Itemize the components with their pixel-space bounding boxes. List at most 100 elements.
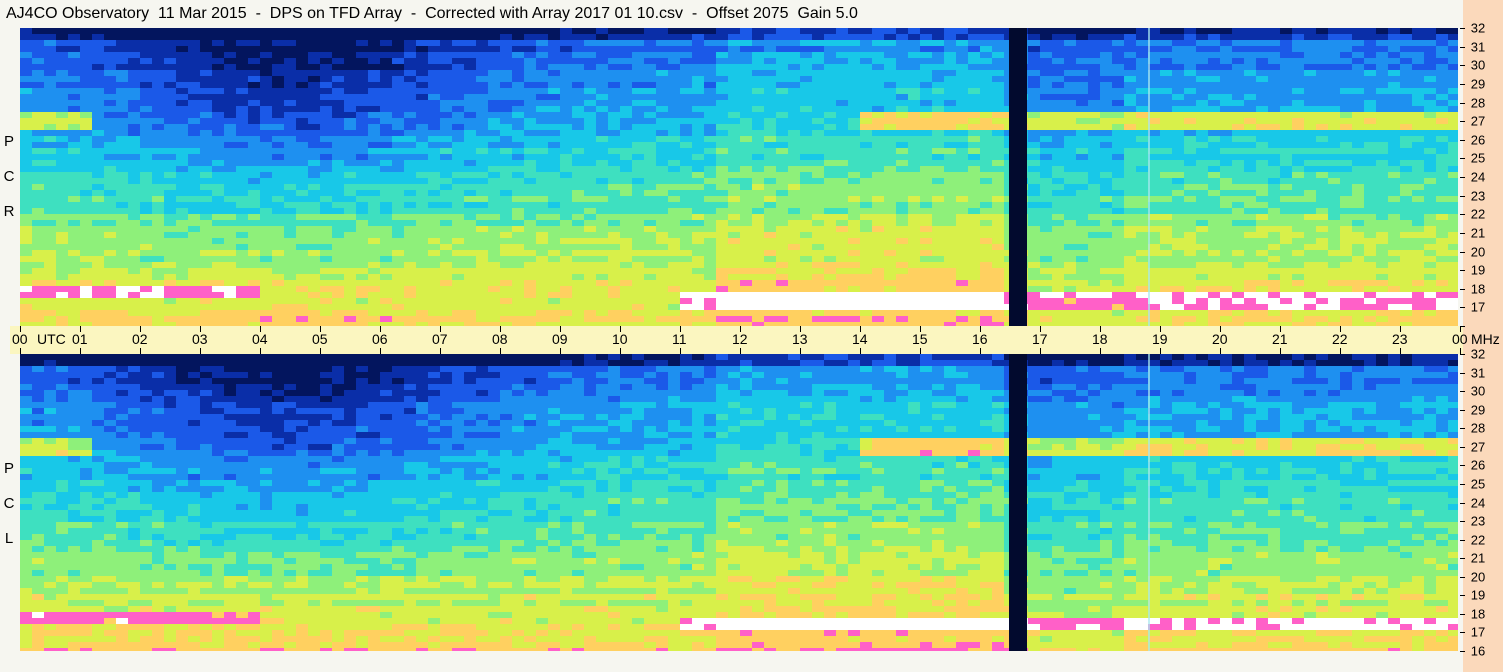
spectrogram-cell: [644, 124, 657, 131]
spectrogram-cell: [500, 106, 513, 113]
spectrogram-cell: [1364, 76, 1377, 83]
spectrogram-cell: [980, 178, 993, 185]
spectrogram-cell: [1436, 220, 1449, 227]
spectrogram-cell: [884, 214, 897, 221]
spectrogram-cell: [296, 64, 309, 71]
spectrogram-cell: [140, 202, 153, 209]
spectrogram-cell: [140, 142, 153, 149]
spectrogram-cell: [572, 166, 585, 173]
spectrogram-cell: [284, 76, 297, 83]
spectrogram-cell: [560, 70, 573, 77]
spectrogram-cell: [1112, 238, 1125, 245]
spectrogram-cell: [1400, 166, 1413, 173]
spectrogram-cell: [572, 148, 585, 155]
spectrogram-cell: [104, 52, 117, 59]
spectrogram-cell: [464, 220, 477, 227]
spectrogram-cell: [104, 136, 117, 143]
spectrogram-cell: [176, 256, 189, 263]
spectrogram-cell: [1196, 124, 1209, 131]
spectrogram-cell: [944, 142, 957, 149]
spectrogram-cell: [992, 148, 1005, 155]
spectrogram-cell: [848, 214, 861, 221]
spectrogram-cell: [908, 148, 921, 155]
spectrogram-cell: [1244, 34, 1257, 41]
spectrogram-cell: [812, 28, 825, 35]
spectrogram-cell: [1412, 28, 1425, 35]
spectrogram-cell: [668, 256, 681, 263]
spectrogram-cell: [368, 136, 381, 143]
spectrogram-cell: [824, 124, 837, 131]
spectrogram-cell: [1280, 178, 1293, 185]
spectrogram-cell: [1100, 58, 1113, 65]
spectrogram-cell: [1340, 232, 1353, 239]
spectrogram-cell: [632, 232, 645, 239]
spectrogram-cell: [68, 28, 81, 35]
spectrogram-cell: [884, 220, 897, 227]
spectrogram-cell: [920, 250, 933, 257]
spectrogram-cell: [704, 34, 717, 41]
spectrogram-cell: [500, 112, 513, 119]
spectrogram-cell: [884, 40, 897, 47]
spectrogram-cell: [368, 64, 381, 71]
spectrogram-cell: [1316, 64, 1329, 71]
spectrogram-cell: [1088, 100, 1101, 107]
spectrogram-cell: [848, 100, 861, 107]
spectrogram-cell: [116, 130, 129, 137]
spectrogram-cell: [596, 160, 609, 167]
spectrogram-cell: [944, 100, 957, 107]
spectrogram-cell: [140, 28, 153, 35]
spectrogram-cell: [920, 112, 933, 119]
spectrogram-cell: [272, 112, 285, 119]
spectrogram-cell: [716, 88, 729, 95]
spectrogram-cell: [764, 226, 777, 233]
spectrogram-cell: [824, 64, 837, 71]
spectrogram-cell: [164, 64, 177, 71]
spectrogram-cell: [1388, 106, 1401, 113]
spectrogram-cell: [644, 100, 657, 107]
spectrogram-cell: [944, 214, 957, 221]
spectrogram-cell: [1196, 184, 1209, 191]
spectrogram-cell: [1400, 70, 1413, 77]
spectrogram-cell: [1100, 166, 1113, 173]
spectrogram-cell: [260, 34, 273, 41]
spectrogram-cell: [740, 250, 753, 257]
spectrogram-cell: [428, 208, 441, 215]
spectrogram-cell: [1292, 202, 1305, 209]
spectrogram-cell: [464, 70, 477, 77]
spectrogram-cell: [308, 232, 321, 239]
spectrogram-cell: [1364, 130, 1377, 137]
spectrogram-cell: [920, 256, 933, 263]
spectrogram-cell: [668, 112, 681, 119]
spectrogram-cell: [644, 274, 657, 281]
spectrogram-cell: [248, 70, 261, 77]
spectrogram-cell: [332, 262, 345, 269]
spectrogram-cell: [512, 64, 525, 71]
spectrogram-cell: [620, 46, 633, 53]
spectrogram-cell: [848, 250, 861, 257]
spectrogram-cell: [1136, 118, 1149, 125]
spectrogram-cell: [944, 184, 957, 191]
spectrogram-cell: [1268, 58, 1281, 65]
spectrogram-cell: [368, 40, 381, 47]
spectrogram-cell: [1184, 124, 1197, 131]
spectrogram-cell: [320, 28, 333, 35]
spectrogram-cell: [44, 178, 57, 185]
spectrogram-cell: [476, 136, 489, 143]
spectrogram-cell: [176, 40, 189, 47]
spectrogram-cell: [224, 52, 237, 59]
spectrogram-cell: [176, 226, 189, 233]
spectrogram-cell: [1244, 160, 1257, 167]
spectrogram-cell: [1112, 94, 1125, 101]
spectrogram-cell: [56, 190, 69, 197]
spectrogram-cell: [1160, 268, 1173, 275]
spectrogram-cell: [476, 178, 489, 185]
spectrogram-cell: [404, 88, 417, 95]
spectrogram-cell: [320, 214, 333, 221]
spectrogram-cell: [1280, 220, 1293, 227]
spectrogram-cell: [872, 118, 885, 125]
spectrogram-cell: [332, 46, 345, 53]
spectrogram-cell: [704, 52, 717, 59]
spectrogram-cell: [1220, 58, 1233, 65]
spectrogram-cell: [1052, 220, 1065, 227]
spectrogram-cell: [476, 46, 489, 53]
